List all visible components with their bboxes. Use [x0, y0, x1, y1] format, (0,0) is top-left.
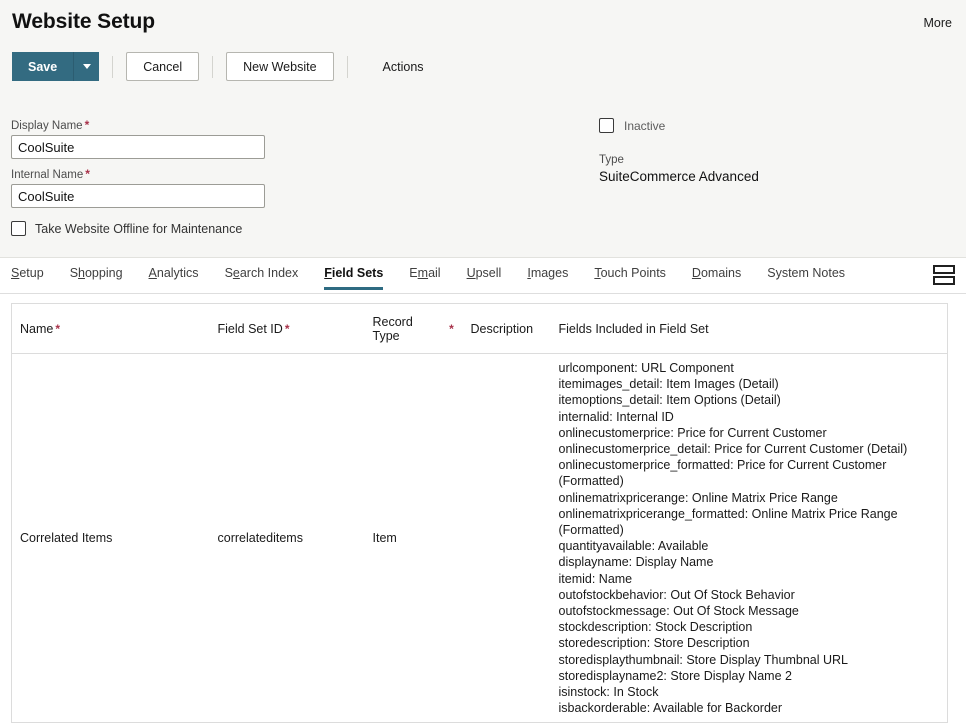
chevron-down-icon: [82, 64, 91, 69]
field-sets-table-container: Name * Field Set ID * Record Type * Descri…: [0, 294, 966, 724]
required-asterisk: *: [55, 321, 61, 336]
field-entry: onlinematrixpricerange_formatted: Online…: [558, 506, 898, 538]
column-header-description[interactable]: Description: [462, 303, 551, 354]
field-entry: displayname: Display Name: [558, 555, 714, 570]
column-header-name[interactable]: Name *: [11, 303, 210, 354]
tab-accesskey-letter: D: [691, 266, 701, 280]
field-entry: outofstockbehavior: Out Of Stock Behavio…: [558, 587, 795, 602]
tab-images[interactable]: Images: [527, 258, 568, 289]
form-left-column: Display Name* Internal Name* Take Websit…: [11, 118, 265, 236]
field-entry: itemoptions_detail: Item Options (Detail…: [558, 393, 781, 408]
field-entry: isbackorderable: Available for Backorder: [558, 701, 783, 716]
tab-setup[interactable]: Setup: [11, 258, 44, 289]
field-entry: stockdescription: Stock Description: [558, 620, 753, 635]
tab-domains[interactable]: Domains: [692, 258, 741, 289]
table-head: Name * Field Set ID * Record Type * Descri…: [11, 303, 948, 354]
tab-upsell[interactable]: Upsell: [467, 258, 502, 289]
take-website-offline-checkbox[interactable]: [11, 221, 26, 236]
required-asterisk: *: [84, 118, 90, 132]
stacked-panes-icon[interactable]: [933, 265, 955, 286]
tab-accesskey-letter: S: [11, 266, 20, 280]
field-entry: onlinecustomerprice: Price for Current C…: [558, 425, 827, 440]
tab-strip: Setup Shopping Analytics Search Index Field …: [0, 258, 966, 294]
page-title: Website Setup: [12, 10, 156, 33]
required-asterisk: *: [85, 167, 90, 181]
field-entry: itemimages_detail: Item Images (Detail): [558, 377, 779, 392]
more-link[interactable]: More: [924, 16, 952, 30]
column-header-record-type-required: *: [436, 303, 463, 354]
field-entry: internalid: Internal ID: [558, 409, 674, 424]
toolbar: Save Cancel New Website Actions: [12, 52, 424, 81]
column-header-record-type[interactable]: Record Type: [364, 303, 437, 354]
cancel-button[interactable]: Cancel: [126, 52, 200, 81]
tab-accesskey-letter: e: [232, 266, 240, 280]
tab-accesskey-letter: m: [417, 266, 429, 280]
inactive-checkbox-row: Inactive: [599, 118, 759, 133]
cell-field-set-id[interactable]: correlateditems: [210, 354, 365, 723]
field-entry: storedisplaythumbnail: Store Display Thu…: [558, 652, 849, 667]
table-row[interactable]: Correlated Items correlateditems Item urlco…: [12, 354, 948, 723]
tab-touch-points[interactable]: Touch Points: [594, 258, 666, 289]
inactive-checkbox[interactable]: [599, 118, 614, 133]
save-button-group: Save: [12, 52, 100, 81]
tab-accesskey-letter: F: [324, 266, 332, 280]
pane-bar-bottom: [933, 276, 955, 285]
display-name-input[interactable]: [11, 135, 265, 159]
display-name-label: Display Name *: [11, 118, 90, 132]
save-dropdown-button[interactable]: [74, 52, 100, 81]
tab-shopping[interactable]: Shopping: [70, 258, 123, 289]
table-header-row: Name * Field Set ID * Record Type * Descri…: [11, 303, 948, 354]
type-label: Type: [599, 154, 624, 166]
column-header-field-set-id[interactable]: Field Set ID *: [209, 303, 365, 354]
table-body: Correlated Items correlateditems Item urlco…: [12, 354, 948, 723]
column-header-fields-included[interactable]: Fields Included in Field Set: [550, 303, 948, 354]
page-header-panel: Website Setup More Save Cancel New Websi…: [0, 0, 966, 258]
tab-analytics[interactable]: Analytics: [149, 258, 199, 289]
field-entry: onlinematrixpricerange: Online Matrix Pr…: [558, 490, 838, 505]
cell-description[interactable]: [463, 354, 551, 723]
toolbar-divider: [212, 55, 214, 78]
pane-bar-top: [933, 265, 955, 274]
tab-email[interactable]: Email: [409, 258, 440, 289]
tab-accesskey-letter: A: [148, 266, 157, 280]
toolbar-divider: [346, 55, 348, 78]
field-entry: storedescription: Store Description: [558, 636, 750, 651]
internal-name-field-group: Internal Name *: [11, 167, 265, 208]
field-entry: urlcomponent: URL Component: [558, 361, 734, 375]
cell-spacer: [437, 354, 463, 723]
required-asterisk: *: [449, 321, 454, 336]
field-entry: quantityavailable: Available: [558, 539, 709, 554]
field-entry: isinstock: In Stock: [558, 685, 659, 700]
tab-search-index[interactable]: Search Index: [225, 258, 299, 289]
tab-system-notes[interactable]: System Notes: [767, 258, 845, 289]
type-value: SuiteCommerce Advanced: [599, 169, 759, 184]
cell-record-type[interactable]: Item: [365, 354, 437, 723]
field-entry: outofstockmessage: Out Of Stock Message: [558, 604, 799, 619]
field-entry: itemid: Name: [558, 571, 633, 586]
tab-accesskey-letter: h: [78, 266, 85, 280]
required-asterisk: *: [284, 321, 290, 336]
new-website-button[interactable]: New Website: [226, 52, 334, 81]
field-entry: onlinecustomerprice_formatted: Price for…: [558, 458, 887, 489]
tab-accesskey-letter: I: [527, 266, 531, 280]
cell-name[interactable]: Correlated Items: [12, 354, 210, 723]
form-right-column: Inactive Type SuiteCommerce Advanced: [599, 118, 759, 184]
internal-name-label: Internal Name *: [11, 167, 90, 181]
internal-name-input[interactable]: [11, 184, 265, 208]
toolbar-divider: [112, 55, 114, 78]
cell-fields-included[interactable]: urlcomponent: URL Component itemimages_de…: [551, 354, 948, 723]
inactive-label: Inactive: [624, 118, 666, 133]
field-entry: storedisplayname2: Store Display Name 2: [558, 668, 792, 683]
actions-menu[interactable]: Actions: [383, 60, 424, 74]
save-button[interactable]: Save: [12, 52, 75, 81]
field-sets-table: Name * Field Set ID * Record Type * Descri…: [11, 303, 948, 724]
tab-field-sets[interactable]: Field Sets: [324, 258, 384, 290]
field-entry: onlinecustomerprice_detail: Price for Cu…: [558, 442, 908, 457]
display-name-field-group: Display Name *: [11, 118, 265, 159]
take-website-offline-label: Take Website Offline for Maintenance: [35, 221, 243, 236]
tab-accesskey-letter: T: [594, 266, 601, 280]
offline-checkbox-row: Take Website Offline for Maintenance: [11, 221, 265, 236]
tab-accesskey-letter: U: [466, 266, 476, 280]
